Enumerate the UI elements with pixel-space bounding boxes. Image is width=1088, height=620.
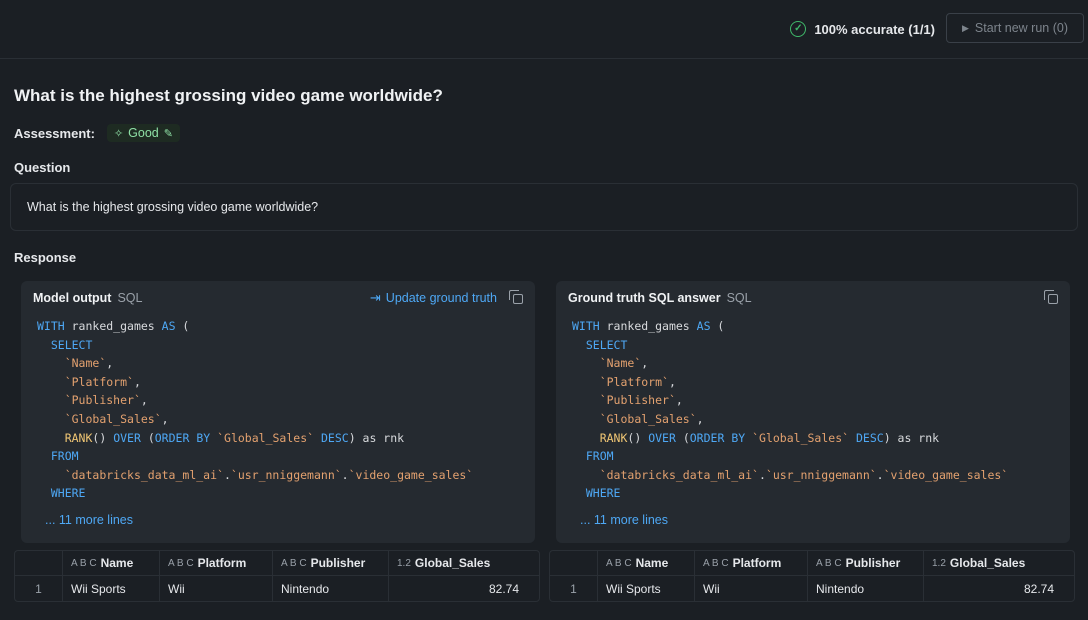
model-output-more-lines[interactable]: ... 11 more lines — [45, 513, 133, 527]
string-type-icon: A B C — [281, 557, 307, 569]
model-output-card: Model output SQL ⇥ Update ground truth W… — [21, 281, 535, 543]
row-index: 1 — [550, 576, 598, 601]
column-header-global-sales[interactable]: 1.2 Global_Sales — [389, 551, 527, 576]
column-header-global-sales[interactable]: 1.2 Global_Sales — [924, 551, 1062, 576]
model-output-result-table: A B C Name A B C Platform A B C Publisher 1.2 G… — [14, 550, 540, 602]
question-text: What is the highest grossing video game … — [27, 200, 319, 214]
copy-icon[interactable] — [509, 290, 523, 304]
accuracy-text: 100% accurate (1/1) — [814, 21, 935, 37]
index-header[interactable] — [15, 551, 63, 576]
copy-icon[interactable] — [1044, 290, 1058, 304]
table-row: 1 Wii Sports Wii Nintendo 82.74 — [15, 576, 539, 601]
cell-global-sales: 82.74 — [1023, 581, 1054, 596]
assessment-row: Assessment: ✧ Good ✎ — [14, 124, 180, 142]
code-line: `databricks_data_ml_ai`.`usr_nniggemann`… — [599, 467, 1009, 482]
string-type-icon: A B C — [606, 557, 632, 569]
ground-truth-header: Ground truth SQL answer SQL — [568, 289, 1058, 307]
code-line: `databricks_data_ml_ai`.`usr_nniggemann`… — [64, 467, 474, 482]
code-line: RANK() OVER (ORDER BY `Global_Sales` DES… — [599, 430, 940, 445]
code-line: SELECT — [50, 337, 93, 352]
code-line: `Global_Sales`, — [64, 411, 169, 426]
code-line: FROM — [585, 449, 614, 464]
column-header-name[interactable]: A B C Name — [598, 551, 695, 576]
column-header-name[interactable]: A B C Name — [63, 551, 160, 576]
code-line: `Publisher`, — [599, 393, 683, 408]
check-circle-icon: ✓ — [790, 21, 807, 37]
model-output-lang: SQL — [117, 291, 143, 305]
column-header-publisher[interactable]: A B C Publisher — [808, 551, 924, 576]
code-line: FROM — [50, 449, 79, 464]
table-row: 1 Wii Sports Wii Nintendo 82.74 — [550, 576, 1074, 601]
string-type-icon: A B C — [71, 557, 97, 569]
sparkle-icon: ✧ — [113, 127, 124, 140]
code-line: RANK() OVER (ORDER BY `Global_Sales` DES… — [64, 430, 405, 445]
play-icon: ▶ — [961, 22, 969, 33]
code-line: WITH ranked_games AS ( — [37, 319, 190, 333]
start-new-run-label: Start new run (0) — [974, 21, 1068, 35]
cell-name: Wii Sports — [63, 576, 160, 601]
code-line: SELECT — [585, 337, 628, 352]
update-icon: ⇥ — [369, 290, 381, 305]
string-type-icon: A B C — [168, 557, 194, 569]
cell-publisher: Nintendo — [273, 576, 389, 601]
cell-platform: Wii — [160, 576, 273, 601]
number-type-icon: 1.2 — [932, 557, 946, 569]
number-type-icon: 1.2 — [397, 557, 411, 569]
index-header[interactable] — [550, 551, 598, 576]
update-ground-truth-link[interactable]: ⇥ Update ground truth — [370, 290, 497, 306]
ground-truth-more-lines[interactable]: ... 11 more lines — [580, 513, 668, 527]
model-output-header: Model output SQL ⇥ Update ground truth — [33, 289, 523, 307]
string-type-icon: A B C — [703, 557, 729, 569]
cell-name: Wii Sports — [598, 576, 695, 601]
column-header-publisher[interactable]: A B C Publisher — [273, 551, 389, 576]
table-header-row: A B C Name A B C Platform A B C Publisher 1.2 G… — [550, 551, 1074, 576]
row-index: 1 — [15, 576, 63, 601]
model-output-title: Model output — [33, 291, 112, 305]
ground-truth-lang: SQL — [726, 291, 752, 305]
accuracy-indicator: ✓ 100% accurate (1/1) — [790, 20, 935, 38]
ground-truth-result-table: A B C Name A B C Platform A B C Publisher 1.2 G… — [549, 550, 1075, 602]
model-output-code: WITH ranked_games AS ( SELECT `Name`, `P… — [37, 317, 473, 503]
code-line: `Publisher`, — [64, 393, 148, 408]
code-line: WHERE — [50, 486, 86, 501]
code-line: `Global_Sales`, — [599, 411, 704, 426]
page-title: What is the highest grossing video game … — [14, 86, 443, 105]
column-header-platform[interactable]: A B C Platform — [160, 551, 273, 576]
code-line: `Name`, — [599, 356, 649, 371]
code-line: WITH ranked_games AS ( — [572, 319, 725, 333]
code-line: `Name`, — [64, 356, 114, 371]
question-label: Question — [14, 160, 71, 175]
code-line: `Platform`, — [599, 374, 676, 389]
column-header-platform[interactable]: A B C Platform — [695, 551, 808, 576]
top-bar: ✓ 100% accurate (1/1) ▶ Start new run (0… — [0, 0, 1088, 59]
table-header-row: A B C Name A B C Platform A B C Publisher 1.2 G… — [15, 551, 539, 576]
code-line: WHERE — [585, 486, 621, 501]
cell-platform: Wii — [695, 576, 808, 601]
cell-global-sales: 82.74 — [488, 581, 519, 596]
question-box: What is the highest grossing video game … — [10, 183, 1078, 231]
ground-truth-card: Ground truth SQL answer SQL WITH ranked_… — [556, 281, 1070, 543]
assessment-value: Good — [128, 126, 159, 140]
assessment-label: Assessment: — [14, 125, 95, 141]
assessment-badge[interactable]: ✧ Good ✎ — [106, 124, 180, 142]
pencil-icon[interactable]: ✎ — [164, 127, 173, 140]
ground-truth-code: WITH ranked_games AS ( SELECT `Name`, `P… — [572, 317, 1008, 503]
update-ground-truth-label: Update ground truth — [385, 291, 497, 305]
response-label: Response — [14, 250, 77, 265]
code-line: `Platform`, — [64, 374, 141, 389]
cell-publisher: Nintendo — [808, 576, 924, 601]
ground-truth-title: Ground truth SQL answer — [568, 291, 721, 305]
string-type-icon: A B C — [816, 557, 842, 569]
start-new-run-button[interactable]: ▶ Start new run (0) — [946, 13, 1084, 43]
